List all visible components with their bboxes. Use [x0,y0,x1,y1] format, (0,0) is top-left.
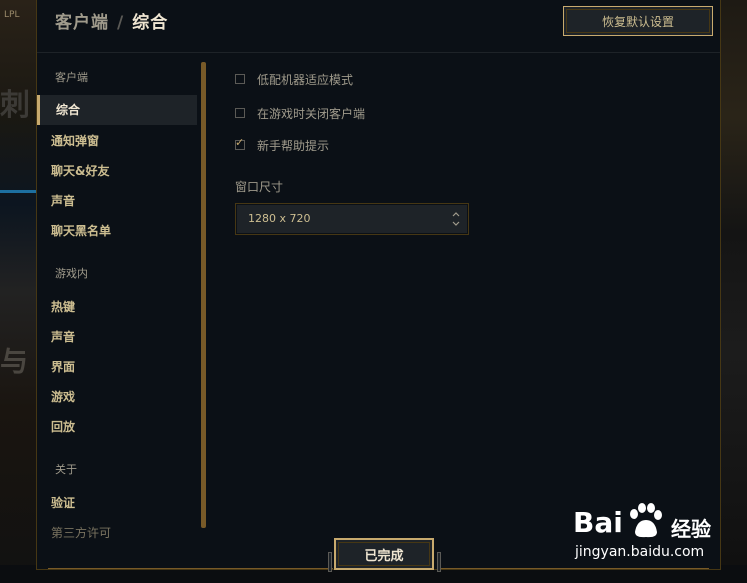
background-art-right [721,0,747,583]
paw-icon [625,502,665,540]
settings-sidebar: 客户端 综合 通知弹窗 聊天&好友 声音 聊天黑名单 游戏内 热键 声音 界面 … [37,60,202,540]
background-glyph: 与 [0,345,29,378]
background-stripe [0,190,36,193]
low-spec-mode-option[interactable]: 低配机器适应模式 [235,70,353,88]
tutorial-tips-option[interactable]: ✓ 新手帮助提示 [235,136,329,154]
window-size-value: 1280 x 720 [248,212,311,225]
close-client-in-game-option[interactable]: 在游戏时关闭客户端 [235,104,365,122]
sidebar-section-client: 客户端 [55,71,88,84]
sidebar-item-hotkeys[interactable]: 热键 [51,298,75,315]
window-size-select[interactable]: 1280 x 720 [235,203,469,235]
footer-bracket-left [328,552,332,572]
sidebar-item-notifications[interactable]: 通知弹窗 [51,132,99,149]
low-spec-mode-checkbox[interactable] [235,74,245,84]
background-text: LPL [4,10,20,20]
breadcrumb-separator: / [117,13,125,33]
sidebar-item-replays[interactable]: 回放 [51,418,75,435]
background-glyph: 刺 [0,88,30,123]
breadcrumb: 客户端 / 综合 [55,8,168,33]
done-button[interactable]: 已完成 [334,538,434,570]
breadcrumb-root: 客户端 [55,13,109,33]
watermark-url: jingyan.baidu.com [575,544,705,560]
dialog-header: 客户端 / 综合 恢复默认设置 [37,0,720,53]
check-icon: ✓ [235,136,245,149]
sidebar-section-about: 关于 [55,463,77,476]
background-art-left: LPL 刺 与 [0,0,36,583]
settings-dialog: 客户端 / 综合 恢复默认设置 客户端 综合 通知弹窗 聊天&好友 声音 聊天黑名单… [36,0,721,570]
sidebar-item-ingame-sound[interactable]: 声音 [51,328,75,345]
watermark-brand-cn: 经验 [671,517,711,541]
option-label: 在游戏时关闭客户端 [257,106,366,121]
sidebar-item-general[interactable]: 综合 [37,95,197,125]
tutorial-tips-checkbox[interactable]: ✓ [235,136,245,150]
sidebar-item-interface[interactable]: 界面 [51,358,75,375]
sidebar-item-verification[interactable]: 验证 [51,494,75,511]
close-client-in-game-checkbox[interactable] [235,108,245,118]
sidebar-scrollbar[interactable] [201,62,206,528]
option-label: 新手帮助提示 [257,138,330,153]
option-label: 低配机器适应模式 [257,72,354,87]
restore-defaults-button[interactable]: 恢复默认设置 [563,6,713,36]
sidebar-item-client-sound[interactable]: 声音 [51,192,75,209]
footer-divider-left [48,568,333,569]
page-title: 综合 [132,13,169,33]
window-size-label: 窗口尺寸 [235,180,284,194]
watermark-brand: Bai [573,506,623,539]
footer-bracket-right [437,552,441,572]
sidebar-section-ingame: 游戏内 [55,267,88,280]
sidebar-item-game[interactable]: 游戏 [51,388,75,405]
sidebar-item-third-party-licenses[interactable]: 第三方许可 [51,524,111,541]
baidu-jingyan-watermark: Bai 经验 jingyan.baidu.com [573,498,743,578]
sidebar-item-chat-friends[interactable]: 聊天&好友 [51,162,109,179]
sidebar-item-chat-blocklist[interactable]: 聊天黑名单 [51,222,111,239]
updown-chevron-icon [452,204,460,247]
